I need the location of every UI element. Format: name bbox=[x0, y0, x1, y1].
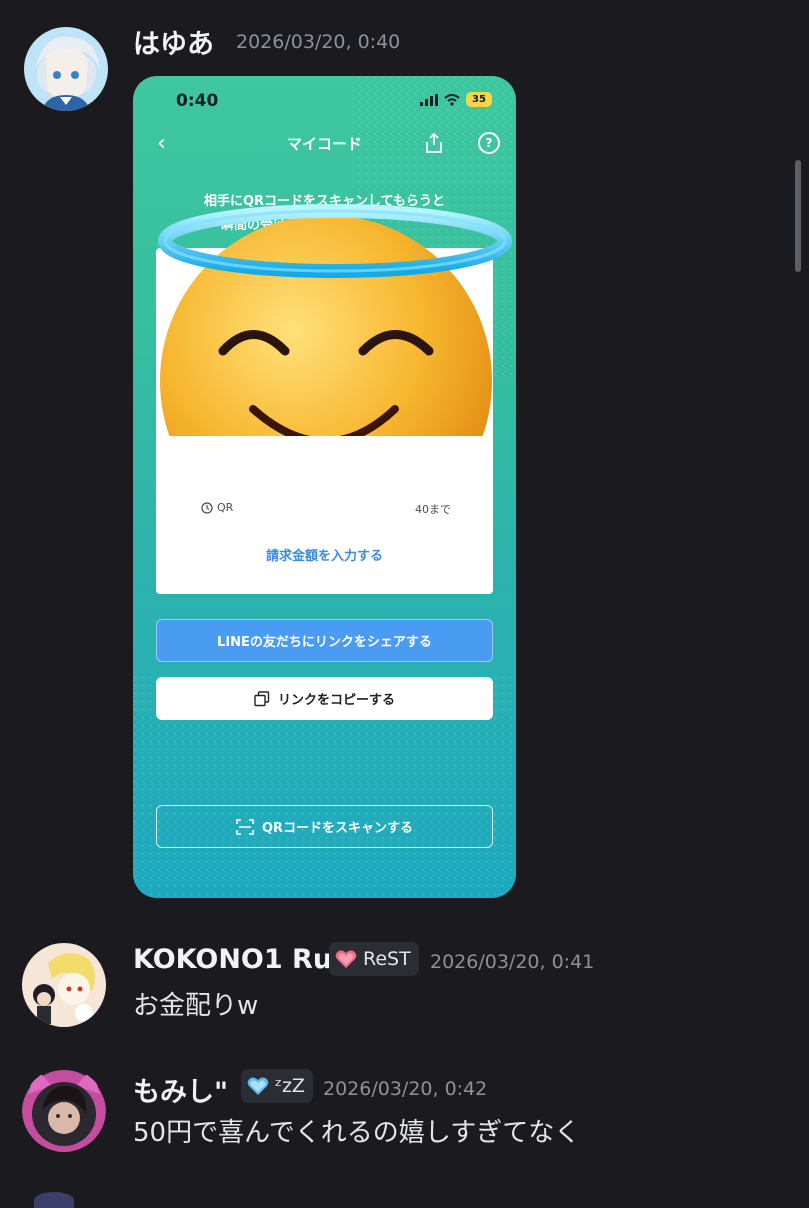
timestamp: 2026/03/20, 0:42 bbox=[323, 1078, 488, 1100]
expiry-suffix: 40まで bbox=[415, 503, 451, 516]
message-text: お金配りw bbox=[133, 991, 259, 1021]
scan-icon bbox=[236, 818, 254, 835]
message-text: 50円で喜んでくれるの嬉しすぎてなく bbox=[133, 1118, 581, 1148]
scrollbar-thumb[interactable] bbox=[795, 160, 801, 272]
copy-link-label: リンクをコピーする bbox=[277, 693, 395, 708]
image-attachment[interactable]: 0:40 35 ‹ マイコード ? 相手にQRコードをスキャンしてもらうと 瞬間… bbox=[133, 76, 516, 898]
avatar-partial[interactable] bbox=[34, 1192, 74, 1208]
avatar[interactable] bbox=[22, 943, 106, 1027]
role-tag[interactable]: ReST bbox=[329, 942, 419, 976]
copy-link-button[interactable]: リンクをコピーする bbox=[156, 677, 493, 720]
heart-icon bbox=[335, 950, 357, 968]
expiry-label: QR bbox=[201, 501, 233, 514]
share-line-button[interactable]: LINEの友だちにリンクをシェアする bbox=[156, 619, 493, 662]
role-tag-label: ReST bbox=[363, 948, 411, 970]
author-name[interactable]: もみし" bbox=[133, 1070, 228, 1109]
author-name[interactable]: KOKONO1 Ruu bbox=[133, 944, 351, 975]
clock-icon bbox=[201, 501, 213, 514]
role-tag[interactable]: ᶻzZ bbox=[241, 1069, 313, 1103]
scan-qr-button[interactable]: QRコードをスキャンする bbox=[156, 805, 493, 848]
timestamp: 2026/03/20, 0:41 bbox=[430, 951, 595, 973]
copy-icon bbox=[254, 690, 270, 706]
timestamp: 2026/03/20, 0:40 bbox=[236, 31, 401, 53]
enter-amount-link[interactable]: 請求金額を入力する bbox=[156, 545, 493, 564]
scan-qr-label: QRコードをスキャンする bbox=[261, 821, 414, 836]
author-name[interactable]: はゆあ bbox=[133, 22, 214, 61]
avatar[interactable] bbox=[24, 27, 108, 111]
blue-heart-icon bbox=[247, 1077, 269, 1095]
expiry-prefix: QR bbox=[217, 501, 234, 514]
share-line-label: LINEの友だちにリンクをシェアする bbox=[217, 635, 432, 650]
halo-smiling-face-sticker bbox=[158, 204, 512, 436]
role-tag-label: ᶻzZ bbox=[275, 1075, 305, 1097]
avatar[interactable] bbox=[22, 1068, 106, 1152]
